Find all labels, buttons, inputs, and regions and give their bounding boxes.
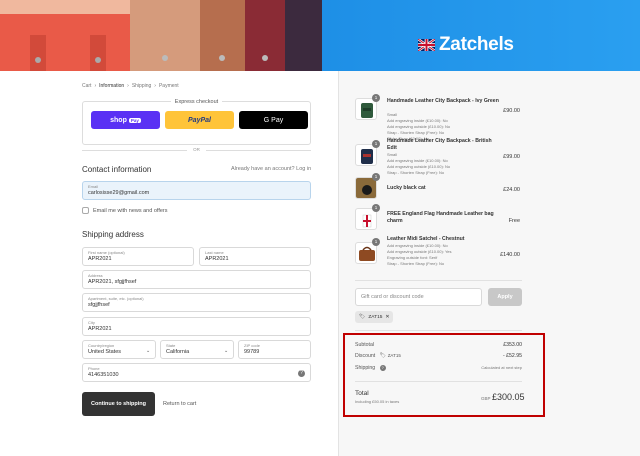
tax-note: Including £50.05 in taxes: [355, 399, 400, 404]
breadcrumb-payment: Payment: [158, 83, 179, 89]
quantity-badge: 1: [372, 140, 380, 148]
zip-field[interactable]: ZIP code 99789: [238, 340, 311, 359]
quantity-badge: 1: [372, 204, 380, 212]
item-price: £140.00: [500, 252, 520, 258]
discount-code-input[interactable]: Gift card or discount code: [355, 288, 482, 306]
checkout-form-panel: Cart › Information › Shipping › Payment Exp…: [0, 71, 338, 456]
breadcrumb: Cart › Information › Shipping › Payment: [82, 83, 179, 89]
banner-bags-image: [0, 0, 322, 71]
breadcrumb-shipping: Shipping: [131, 83, 152, 89]
state-select[interactable]: State California ⌄: [160, 340, 234, 359]
paypal-button[interactable]: PayPal: [165, 111, 234, 129]
help-icon[interactable]: ?: [379, 365, 386, 371]
item-options: Small Add engraving inside (£10.00): No Ad…: [387, 152, 451, 175]
contact-section-title: Contact information: [82, 165, 152, 174]
city-field[interactable]: City APR2021: [82, 317, 311, 336]
order-item: 1 Leather Midi Satchel - Chestnut Add en…: [355, 236, 520, 276]
shop-pay-button[interactable]: shop Pay: [91, 111, 160, 129]
union-jack-icon: [418, 39, 435, 51]
first-name-field[interactable]: First name (optional) APR2021: [82, 247, 194, 266]
apartment-field[interactable]: Apartment, suite, etc. (optional) sfgjjfh…: [82, 293, 311, 312]
or-divider: OR: [82, 147, 311, 153]
item-options: Add engraving inside (£10.00): No Add eng…: [387, 243, 452, 266]
item-price: Free: [508, 218, 520, 224]
item-price: £99.00: [503, 154, 520, 160]
express-checkout-title: Express checkout: [170, 99, 223, 105]
help-icon[interactable]: ?: [298, 370, 305, 377]
shipping-section-title: Shipping address: [82, 230, 144, 239]
breadcrumb-cart[interactable]: Cart: [82, 83, 91, 89]
chevron-down-icon: ⌄: [146, 348, 151, 354]
quantity-badge: 1: [372, 94, 380, 102]
chevron-right-icon: ›: [127, 83, 129, 89]
brand-name: Zatchels: [439, 34, 514, 55]
google-pay-button[interactable]: G Pay: [239, 111, 308, 129]
phone-field[interactable]: Phone 4146351030 ?: [82, 363, 311, 382]
divider: [355, 381, 522, 382]
tag-icon: 🏷: [359, 314, 366, 320]
breadcrumb-information: Information: [99, 83, 125, 89]
shipping-row: Shipping ? Calculated at next step: [355, 365, 522, 371]
chevron-right-icon: ›: [154, 83, 156, 89]
currency-code: GBP: [481, 396, 491, 401]
order-item: 1 Handmade Leather City Backpack - Briti…: [355, 138, 520, 178]
express-checkout: Express checkout shop Pay PayPal G Pay: [82, 99, 311, 145]
newsletter-checkbox[interactable]: [82, 207, 89, 214]
header-banner: Zatchels: [0, 0, 640, 71]
order-item: 1 FREE England Flag Handmade Leather bag…: [355, 204, 520, 234]
item-price: £24.00: [503, 187, 520, 193]
newsletter-label: Email me with news and offers: [93, 207, 168, 214]
apply-discount-button[interactable]: Apply: [488, 288, 522, 306]
divider: [355, 280, 522, 281]
item-name: Lucky black cat: [387, 185, 426, 191]
chevron-right-icon: ›: [94, 83, 97, 89]
item-name: Handmade Leather City Backpack - Ivy Gre…: [387, 98, 499, 104]
discount-row: Discount 🏷 ZAT15 - £52.95: [355, 353, 522, 359]
item-name: FREE England Flag Handmade Leather bag c…: [387, 211, 494, 224]
divider: [355, 330, 522, 331]
last-name-field[interactable]: Last name APR2021: [199, 247, 311, 266]
quantity-badge: 1: [372, 238, 380, 246]
email-field[interactable]: Email carlosisse29@gmail.com: [82, 181, 311, 200]
subtotal-row: Subtotal £353.00: [355, 342, 522, 348]
newsletter-option[interactable]: Email me with news and offers: [82, 207, 168, 214]
order-item: 1 Handmade Leather City Backpack - Ivy G…: [355, 94, 520, 141]
applied-discount-tag: 🏷 ZAT15 ✕: [355, 311, 394, 323]
brand-logo[interactable]: Zatchels: [418, 34, 514, 56]
remove-discount-icon[interactable]: ✕: [385, 315, 389, 320]
continue-to-shipping-button[interactable]: Continue to shipping: [82, 392, 155, 416]
country-select[interactable]: Country/region United States ⌄: [82, 340, 156, 359]
order-item: 1 Lucky black cat £24.00: [355, 173, 520, 201]
order-total: £300.05: [492, 392, 525, 402]
login-link[interactable]: Log in: [296, 166, 311, 172]
return-to-cart-link[interactable]: Return to cart: [163, 401, 196, 407]
quantity-badge: 1: [372, 173, 380, 181]
item-name: Handmade Leather City Backpack - British…: [387, 138, 492, 151]
item-name: Leather Midi Satchel - Chestnut: [387, 236, 465, 242]
chevron-down-icon: ⌄: [224, 348, 229, 354]
total-label: Total: [355, 390, 369, 397]
item-price: £90.00: [503, 108, 520, 114]
tag-icon: 🏷: [379, 353, 387, 359]
login-prompt: Already have an account? Log in: [231, 166, 312, 172]
address-field[interactable]: Address APR2021, sfgjjfhsef: [82, 270, 311, 289]
